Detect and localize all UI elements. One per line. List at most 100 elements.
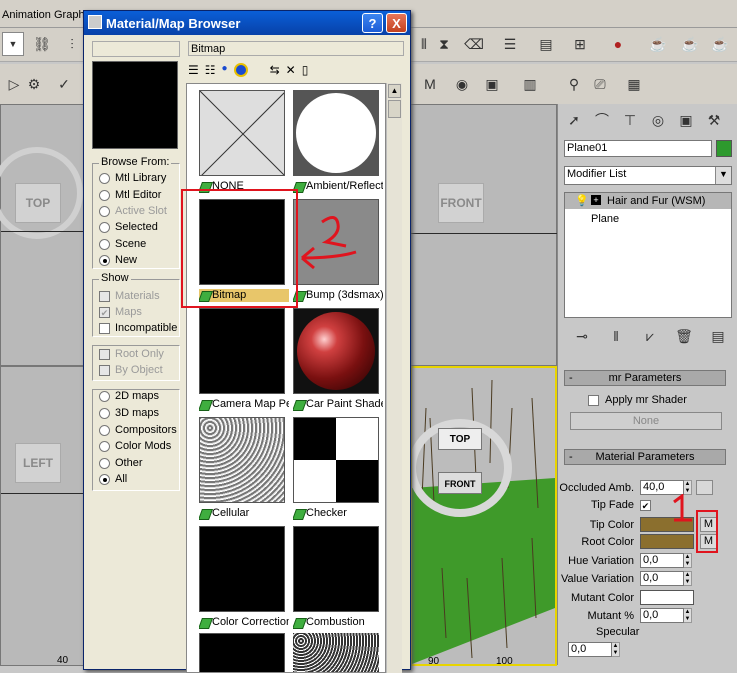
viewcube-front[interactable]: FRONT (438, 183, 484, 223)
browse-option-scene[interactable]: Scene (99, 238, 146, 250)
show-materials[interactable]: Materials (99, 290, 160, 302)
camera-icon[interactable]: ⎚ (588, 72, 612, 96)
tshirt-icon[interactable]: M (418, 72, 442, 96)
hue-variation-spinner[interactable]: 0,0 (640, 553, 684, 568)
map-tile-camera-map[interactable]: Camera Map Per (197, 306, 289, 414)
mr-rollout-header[interactable]: - mr Parameters (564, 370, 726, 386)
category-other[interactable]: Other (99, 457, 143, 469)
expand-icon[interactable]: + (591, 195, 601, 205)
map-tile-cellular[interactable]: Cellular (197, 415, 289, 523)
dialog-titlebar[interactable]: Material/Map Browser ? X (84, 11, 410, 35)
stack-item-selected[interactable]: 💡 + Hair and Fur (WSM) (565, 193, 731, 209)
map-tile-combustion[interactable]: Combustion (291, 524, 383, 632)
zoom-icon[interactable]: ⚲ (562, 72, 586, 96)
occluded-amb-spinner[interactable]: 40,0 (640, 480, 684, 495)
viewcube-left[interactable]: LEFT (15, 443, 61, 483)
utilities-tab-icon[interactable]: ⚒ (702, 108, 726, 132)
quick-render-icon[interactable]: ☕ (708, 32, 732, 56)
view-small-icons-icon[interactable]: ● (222, 63, 228, 79)
root-color-swatch[interactable] (640, 534, 694, 549)
chevron-down-icon[interactable]: ▼ (715, 167, 731, 184)
help-button[interactable]: ? (362, 13, 383, 33)
pin-icon[interactable]: ⊸ (570, 324, 594, 348)
view-list-icon[interactable]: ☰ (188, 63, 199, 79)
search-field[interactable] (92, 41, 180, 57)
menu-graph[interactable]: Graph (54, 9, 85, 21)
viewport-top[interactable]: TOP (0, 104, 87, 366)
layers-icon[interactable]: ☰ (498, 32, 522, 56)
unlink-icon[interactable]: ⫶ (60, 32, 84, 56)
mirror-icon[interactable]: ⧗ (432, 32, 456, 56)
schematic-icon[interactable]: ⊞ (568, 32, 592, 56)
selection-filter-dropdown[interactable]: ▼ (2, 32, 24, 56)
viewport-perspective[interactable]: TOP FRONT 90 100 (410, 366, 557, 667)
apply-mr-checkbox[interactable] (588, 394, 599, 406)
category-compositors[interactable]: Compositors (99, 424, 177, 436)
viewport-left[interactable]: LEFT 40 (0, 366, 87, 666)
map-grid-scrollbar[interactable]: ▲ (386, 83, 402, 673)
map-tile-partial[interactable] (293, 633, 379, 672)
specular-spinner[interactable]: 0,0 (568, 642, 612, 657)
material-rollout-header[interactable]: - Material Parameters (564, 449, 726, 465)
value-variation-spinner[interactable]: 0,0 (640, 571, 684, 586)
scroll-thumb[interactable] (388, 100, 401, 118)
viewcube-top[interactable]: TOP (15, 183, 61, 223)
scroll-up-icon[interactable]: ▲ (388, 84, 401, 98)
map-button[interactable] (696, 480, 713, 495)
category-all[interactable]: All (99, 473, 127, 485)
film-icon[interactable]: ▦ (622, 72, 646, 96)
display-tab-icon[interactable]: ▣ (674, 108, 698, 132)
browse-option-mtl-library[interactable]: Mtl Library (99, 172, 166, 184)
delete-icon[interactable]: 🗑 (672, 324, 696, 348)
browse-option-selected[interactable]: Selected (99, 221, 158, 233)
category-color-mods[interactable]: Color Mods (99, 440, 171, 452)
object-color-swatch[interactable] (716, 140, 732, 157)
create-tab-icon[interactable]: ➚ (562, 108, 586, 132)
viewcube-persp-top[interactable]: TOP (438, 428, 482, 450)
tip-fade-checkbox[interactable]: ✔ (640, 499, 651, 511)
show-end-icon[interactable]: ‖ (604, 324, 628, 348)
dial-icon[interactable]: ◉ (450, 72, 474, 96)
stack-item-plane[interactable]: Plane (591, 213, 619, 225)
mutant-pct-spinner[interactable]: 0,0 (640, 608, 684, 623)
mutant-color-swatch[interactable] (640, 590, 694, 605)
browse-option-active-slot[interactable]: Active Slot (99, 205, 167, 217)
modify-tab-icon[interactable]: ⌒ (590, 108, 614, 132)
by-object-checkbox[interactable]: By Object (99, 364, 163, 376)
category-3d-maps[interactable]: 3D maps (99, 407, 159, 419)
root-only-checkbox[interactable]: Root Only (99, 348, 164, 360)
spinner-arrows[interactable]: ▲ ▼ (684, 480, 692, 495)
browse-option-mtl-editor[interactable]: Mtl Editor (99, 189, 161, 201)
cube-icon[interactable]: ▣ (480, 72, 504, 96)
select-link-icon[interactable]: ⛓ (30, 32, 54, 56)
map-tile-none[interactable]: NONE (197, 88, 289, 196)
browse-option-new[interactable]: New (99, 254, 137, 266)
view-large-icons-icon[interactable] (233, 63, 248, 77)
map-tile-partial[interactable] (199, 633, 285, 672)
map-tile-ambient-reflective[interactable]: Ambient/Reflecti (291, 88, 383, 196)
spinner-arrows[interactable]: ▲ ▼ (684, 608, 692, 623)
view-list-icons-icon[interactable]: ☷ (205, 63, 216, 79)
none-button[interactable]: None (570, 412, 722, 430)
delete-icon[interactable]: ✕ (286, 63, 296, 79)
map-tile-car-paint[interactable]: Car Paint Shader (291, 306, 383, 414)
gear-icon[interactable]: ⚙ (22, 72, 46, 96)
eraser-icon[interactable]: ⌫ (462, 32, 486, 56)
map-tile-color-correction[interactable]: Color Correction (197, 524, 289, 632)
hierarchy-tab-icon[interactable]: ⊤ (618, 108, 642, 132)
clear-icon[interactable]: ▯ (302, 63, 309, 79)
show-incompatible[interactable]: Incompatible (99, 322, 177, 334)
spinner-arrows[interactable]: ▲ ▼ (612, 642, 620, 657)
wrench-icon[interactable]: ✓ (52, 72, 76, 96)
map-tile-checker[interactable]: Checker (291, 415, 383, 523)
configure-icon[interactable]: ▤ (706, 324, 730, 348)
update-scene-icon[interactable]: ⇆ (270, 63, 280, 79)
spinner-arrows[interactable]: ▲ ▼ (684, 553, 692, 568)
object-name-field[interactable]: Plane01 (564, 140, 712, 157)
unique-icon[interactable]: ⩗ (638, 324, 662, 348)
show-maps[interactable]: ✔ Maps (99, 306, 142, 318)
motion-tab-icon[interactable]: ◎ (646, 108, 670, 132)
lightbulb-icon[interactable]: 💡 (575, 194, 589, 207)
render-frame-icon[interactable]: ☕ (678, 32, 702, 56)
curve-editor-icon[interactable]: ▤ (534, 32, 558, 56)
